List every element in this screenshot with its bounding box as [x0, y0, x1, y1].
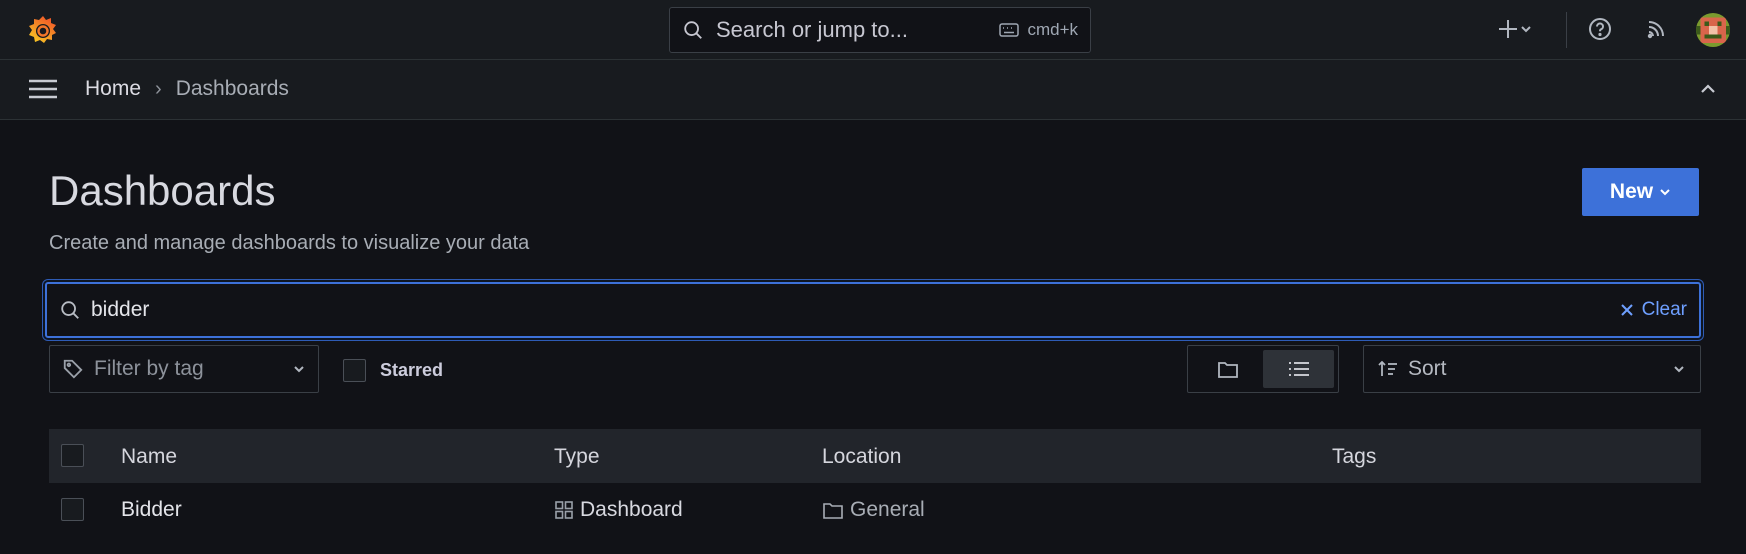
row-checkbox[interactable]: [61, 498, 84, 521]
folder-icon: [1217, 362, 1238, 378]
tag-filter-select[interactable]: Filter by tag: [49, 345, 319, 393]
chevron-down-icon: [1521, 26, 1531, 33]
search-value[interactable]: bidder: [91, 298, 1620, 322]
row-type: Dashboard: [554, 498, 683, 522]
column-header-tags[interactable]: Tags: [1332, 445, 1376, 469]
sort-icon: [1378, 360, 1397, 376]
column-header-location[interactable]: Location: [822, 445, 901, 469]
table-header: Name Type Location Tags: [49, 429, 1701, 483]
breadcrumb-bar: Home › Dashboards: [0, 60, 1746, 120]
breadcrumb-current[interactable]: Dashboards: [176, 77, 289, 101]
search-icon: [61, 301, 79, 319]
plus-icon: [1499, 20, 1517, 38]
breadcrumb-separator: ›: [155, 77, 162, 100]
tag-icon: [63, 359, 83, 379]
keyboard-icon: [999, 23, 1020, 37]
chevron-up-icon: [1701, 84, 1715, 93]
menu-toggle-button[interactable]: [28, 78, 58, 105]
chevron-down-icon: [1660, 189, 1670, 196]
top-bar: Search or jump to... cmd+k: [0, 0, 1746, 60]
folder-icon: [823, 503, 843, 519]
starred-label: Starred: [380, 360, 444, 380]
main-content: Dashboards Create and manage dashboards …: [0, 121, 1746, 554]
search-placeholder: Search or jump to...: [716, 17, 908, 42]
add-menu-button[interactable]: [1497, 14, 1533, 44]
search-bar[interactable]: Search or jump to... cmd+k: [669, 7, 1091, 53]
page-title: Dashboards: [49, 167, 276, 214]
list-icon: [1288, 362, 1309, 376]
new-button-label: New: [1609, 180, 1654, 203]
row-name-link[interactable]: Bidder: [121, 498, 182, 522]
help-button[interactable]: [1588, 14, 1612, 44]
column-header-name[interactable]: Name: [121, 445, 177, 469]
chevron-down-icon: [1674, 366, 1684, 373]
sort-placeholder: Sort: [1408, 357, 1447, 380]
collapse-button[interactable]: [1699, 80, 1717, 103]
grafana-logo-icon[interactable]: [26, 13, 60, 47]
rss-icon: [1647, 21, 1664, 39]
select-all-checkbox[interactable]: [61, 444, 84, 467]
dashboard-grid-icon: [555, 501, 573, 519]
chevron-down-icon: [294, 366, 304, 373]
table-row[interactable]: Bidder Dashboard General: [49, 483, 1701, 537]
keyboard-shortcut: cmd+k: [999, 20, 1078, 40]
row-location-label: General: [850, 498, 925, 521]
clear-button[interactable]: Clear: [1620, 299, 1687, 321]
tag-filter-placeholder: Filter by tag: [94, 357, 204, 380]
user-avatar[interactable]: [1696, 13, 1730, 47]
dashboard-search-input[interactable]: bidder Clear: [45, 282, 1701, 338]
starred-filter[interactable]: Starred: [343, 359, 443, 382]
news-feed-button[interactable]: [1646, 14, 1668, 44]
column-header-type[interactable]: Type: [554, 445, 600, 469]
close-icon: [1620, 304, 1633, 316]
row-type-label: Dashboard: [580, 498, 683, 521]
starred-checkbox[interactable]: [343, 359, 366, 382]
breadcrumb: Home › Dashboards: [85, 77, 289, 101]
help-icon: [1589, 18, 1611, 40]
row-location[interactable]: General: [822, 498, 925, 522]
list-view-button[interactable]: [1263, 350, 1334, 388]
hamburger-icon: [29, 79, 57, 99]
divider: [1566, 12, 1567, 48]
new-button[interactable]: New: [1582, 168, 1699, 216]
page-subtitle: Create and manage dashboards to visualiz…: [49, 232, 530, 254]
view-toggle: [1187, 345, 1339, 393]
clear-label: Clear: [1641, 299, 1687, 320]
folder-view-button[interactable]: [1192, 350, 1263, 388]
search-icon: [684, 21, 702, 39]
breadcrumb-home[interactable]: Home: [85, 77, 141, 101]
shortcut-text: cmd+k: [1027, 20, 1078, 39]
sort-select[interactable]: Sort: [1363, 345, 1701, 393]
